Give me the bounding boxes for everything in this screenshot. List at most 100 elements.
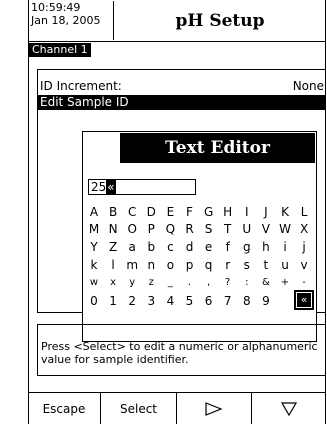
time-display: 10:59:49 <box>31 1 81 14</box>
char-key[interactable]: l <box>104 256 122 274</box>
page-title: pH Setup <box>175 10 265 31</box>
keyboard-row: MNOPQRSTUVWX <box>83 220 316 238</box>
char-key[interactable]: F <box>181 203 199 221</box>
menu-item-label: Edit Sample ID <box>40 95 129 109</box>
header: 10:59:49 Jan 18, 2005 pH Setup <box>28 0 326 42</box>
char-key[interactable]: : <box>238 274 256 292</box>
char-key[interactable]: a <box>123 238 141 256</box>
char-key[interactable]: q <box>200 256 218 274</box>
char-key[interactable]: L <box>295 203 313 221</box>
char-key[interactable]: y <box>123 274 141 292</box>
char-key[interactable]: 7 <box>219 292 237 310</box>
char-key[interactable]: o <box>161 256 179 274</box>
keyboard-row: 0 1 2 3 4 5 6 7 8 9 « <box>83 290 316 310</box>
char-key[interactable]: + <box>276 274 294 292</box>
char-key[interactable]: p <box>181 256 199 274</box>
char-key[interactable]: b <box>142 238 160 256</box>
down-button[interactable] <box>252 393 326 424</box>
char-key[interactable]: . <box>181 274 199 292</box>
char-key[interactable]: Q <box>161 220 179 238</box>
enter-key[interactable]: « <box>294 290 315 310</box>
char-key[interactable]: 4 <box>161 292 179 310</box>
char-key[interactable]: N <box>104 220 122 238</box>
escape-button[interactable]: Escape <box>28 393 101 424</box>
text-editor-dialog: Text Editor 25« ABCDEFGHIJKLMNOPQRSTUVWX… <box>82 131 317 342</box>
char-key[interactable]: k <box>85 256 103 274</box>
char-key[interactable]: O <box>123 220 141 238</box>
char-key[interactable]: M <box>85 220 103 238</box>
char-key[interactable]: J <box>257 203 275 221</box>
char-key[interactable]: R <box>181 220 199 238</box>
char-key[interactable]: 5 <box>181 292 199 310</box>
char-key[interactable]: _ <box>161 274 179 292</box>
dialog-title: Text Editor <box>120 133 315 163</box>
char-key[interactable]: E <box>161 203 179 221</box>
char-key[interactable]: n <box>142 256 160 274</box>
char-key[interactable]: Y <box>85 238 103 256</box>
char-key[interactable]: f <box>219 238 237 256</box>
char-key[interactable]: V <box>257 220 275 238</box>
char-key[interactable]: H <box>219 203 237 221</box>
char-key[interactable]: u <box>276 256 294 274</box>
char-key[interactable]: B <box>104 203 122 221</box>
keyboard-row: ABCDEFGHIJKL <box>83 203 316 221</box>
char-key[interactable]: W <box>276 220 294 238</box>
char-key[interactable]: A <box>85 203 103 221</box>
right-button[interactable] <box>177 393 252 424</box>
triangle-down-icon <box>281 401 297 416</box>
char-key[interactable]: t <box>257 256 275 274</box>
char-key[interactable]: X <box>295 220 313 238</box>
char-key[interactable]: & <box>257 274 275 292</box>
char-key[interactable]: s <box>238 256 256 274</box>
tab-channel-1[interactable]: Channel 1 <box>29 43 91 57</box>
char-key[interactable]: Z <box>104 238 122 256</box>
input-cursor: « <box>106 180 116 194</box>
date-display: Jan 18, 2005 <box>31 14 101 27</box>
char-key[interactable]: x <box>104 274 122 292</box>
char-key[interactable]: T <box>219 220 237 238</box>
char-key[interactable]: d <box>181 238 199 256</box>
menu-item-value: None <box>292 79 324 93</box>
keyboard-row: w x y z _.,?: & + - <box>83 274 316 292</box>
char-key[interactable]: P <box>142 220 160 238</box>
char-key[interactable]: I <box>238 203 256 221</box>
menu-item-id-increment[interactable]: ID Increment: None <box>40 79 326 94</box>
char-key[interactable]: 9 <box>257 292 275 310</box>
char-key[interactable]: j <box>295 238 313 256</box>
char-key[interactable]: v <box>295 256 313 274</box>
char-key[interactable]: K <box>276 203 294 221</box>
char-key[interactable]: r <box>219 256 237 274</box>
char-key[interactable]: z <box>142 274 160 292</box>
char-key[interactable]: g <box>238 238 256 256</box>
datetime-box: 10:59:49 Jan 18, 2005 <box>30 1 114 40</box>
char-key[interactable]: D <box>142 203 160 221</box>
play-right-icon <box>205 401 223 416</box>
help-text: Press <Select> to edit a numeric or alph… <box>37 324 326 376</box>
char-key[interactable]: , <box>200 274 218 292</box>
char-key[interactable]: C <box>123 203 141 221</box>
softkey-bar: Escape Select <box>28 392 326 424</box>
char-key[interactable]: 0 <box>85 292 103 310</box>
select-button[interactable]: Select <box>101 393 177 424</box>
char-key[interactable]: 3 <box>142 292 160 310</box>
char-key[interactable]: m <box>123 256 141 274</box>
char-key[interactable]: w <box>85 274 103 292</box>
char-key[interactable]: G <box>200 203 218 221</box>
char-key[interactable]: S <box>200 220 218 238</box>
input-value: 25 <box>91 180 107 194</box>
char-key[interactable]: c <box>161 238 179 256</box>
sample-id-input[interactable]: 25« <box>88 179 196 195</box>
char-key[interactable]: e <box>200 238 218 256</box>
char-key[interactable]: 6 <box>200 292 218 310</box>
char-key[interactable]: 2 <box>123 292 141 310</box>
char-key[interactable]: U <box>238 220 256 238</box>
char-key[interactable]: 1 <box>104 292 122 310</box>
char-key[interactable]: 8 <box>238 292 256 310</box>
menu-item-edit-sample-id[interactable]: Edit Sample ID <box>38 95 326 110</box>
char-key[interactable]: i <box>276 238 294 256</box>
keyboard-row: klmnopqrstuv <box>83 256 316 274</box>
char-key[interactable]: h <box>257 238 275 256</box>
keyboard-row: YZabcdefghij <box>83 238 316 256</box>
char-key[interactable]: ? <box>219 274 237 292</box>
menu-item-label: ID Increment: <box>40 79 122 93</box>
